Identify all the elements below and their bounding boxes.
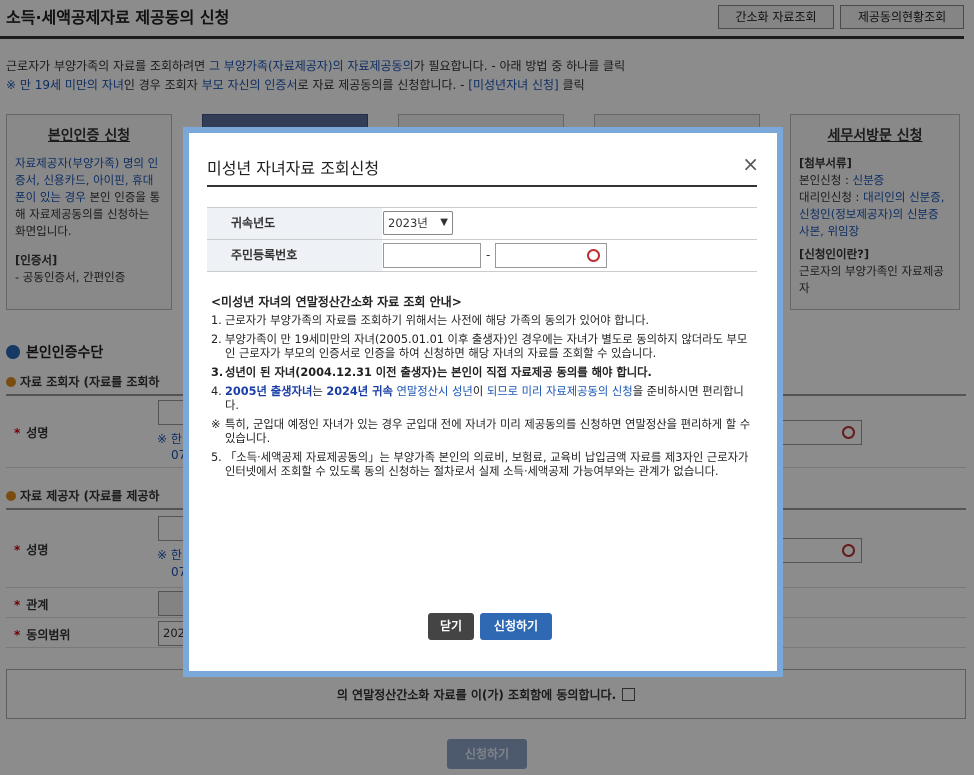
chevron-down-icon: ▼ xyxy=(440,217,448,228)
guide-text-note: 특히, 군입대 예정인 자녀가 있는 경우 군입대 전에 자녀가 미리 제공동의… xyxy=(225,418,751,445)
close-icon[interactable]: × xyxy=(742,152,759,176)
guide-text-2: 부양가족이 만 19세미만의 자녀(2005.01.01 이후 출생자)인 경우… xyxy=(225,333,748,360)
year-select[interactable]: 2023년 ▼ xyxy=(383,211,453,235)
guide-list: 1. 근로자가 부양가족의 자료를 조회하기 위해서는 사전에 해당 가족의 동의… xyxy=(211,314,751,484)
guide-text-3: 성년이 된 자녀(2004.12.31 이전 출생자)는 본인이 직접 자료제공… xyxy=(225,366,652,379)
guide-item-1: 1. 근로자가 부양가족의 자료를 조회하기 위해서는 사전에 해당 가족의 동의… xyxy=(211,314,751,328)
year-select-value: 2023년 xyxy=(388,216,428,230)
guide-item-2: 2. 부양가족이 만 19세미만의 자녀(2005.01.01 이후 출생자)인 … xyxy=(211,333,751,361)
rrn-label: 주민등록번호 xyxy=(207,240,382,271)
modal-divider xyxy=(207,185,757,187)
rrn-row: 주민등록번호 - xyxy=(207,240,757,272)
guide-4-t1: 2005년 출생자녀 xyxy=(225,385,313,398)
guide-num-note: ※ xyxy=(211,418,221,431)
guide-num-5: 5. xyxy=(211,451,222,464)
rrn-back-input[interactable] xyxy=(495,243,607,268)
rrn-dash: - xyxy=(486,248,491,262)
guide-item-note: ※ 특히, 군입대 예정인 자녀가 있는 경우 군입대 전에 자녀가 미리 제공동… xyxy=(211,418,751,446)
guide-text-1: 근로자가 부양가족의 자료를 조회하기 위해서는 사전에 해당 가족의 동의가 … xyxy=(225,314,650,327)
guide-num-2: 2. xyxy=(211,333,222,346)
modal-apply-button[interactable]: 신청하기 xyxy=(480,613,552,640)
guide-4-t4: 연말정산시 성년 xyxy=(392,385,473,398)
minor-child-modal: 미성년 자녀자료 조회신청 × 귀속년도 2023년 ▼ 주민등록번호 - <미성… xyxy=(183,127,783,677)
guide-num-4: 4. xyxy=(211,385,222,398)
guide-item-5: 5. 「소득·세액공제 자료제공동의」는 부양가족 본인의 의료비, 보험료, 교… xyxy=(211,451,751,479)
year-row: 귀속년도 2023년 ▼ xyxy=(207,208,757,240)
eye-icon[interactable] xyxy=(587,249,600,262)
guide-4-t6: 되므로 미리 자료제공동의 신청 xyxy=(486,385,633,398)
guide-title: <미성년 자녀의 연말정산간소화 자료 조회 안내> xyxy=(211,295,462,309)
modal-form: 귀속년도 2023년 ▼ 주민등록번호 - xyxy=(207,207,757,272)
guide-item-4: 4. 2005년 출생자녀는 2024년 귀속 연말정산시 성년이 되므로 미리 … xyxy=(211,385,751,413)
guide-4-t5: 이 xyxy=(472,385,487,398)
guide-4-t2: 는 xyxy=(312,385,327,398)
modal-title: 미성년 자녀자료 조회신청 xyxy=(207,159,380,178)
guide-num-3: 3. xyxy=(211,366,224,379)
guide-text-5: 「소득·세액공제 자료제공동의」는 부양가족 본인의 의료비, 보험료, 교육비… xyxy=(225,451,749,478)
guide-4-t3: 2024년 귀속 xyxy=(326,385,393,398)
guide-num-1: 1. xyxy=(211,314,222,327)
modal-close-button[interactable]: 닫기 xyxy=(428,613,474,640)
year-label: 귀속년도 xyxy=(207,208,382,239)
rrn-front-input[interactable] xyxy=(383,243,481,268)
guide-item-3: 3. 성년이 된 자녀(2004.12.31 이전 출생자)는 본인이 직접 자료… xyxy=(211,366,751,380)
